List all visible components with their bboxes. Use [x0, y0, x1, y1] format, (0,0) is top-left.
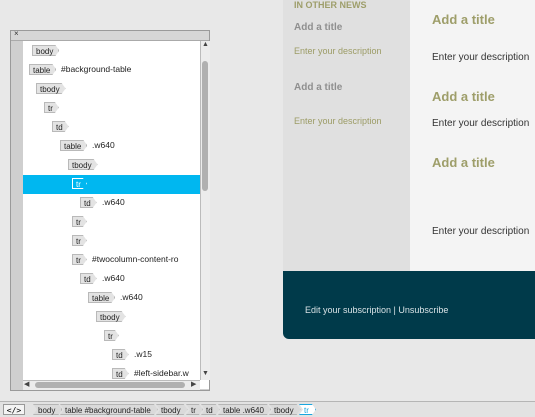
- sidebar-title-2[interactable]: Add a title: [294, 82, 342, 93]
- main-title-3[interactable]: Add a title: [432, 155, 495, 170]
- tree-node-attr: .w15: [134, 349, 152, 359]
- close-icon[interactable]: ×: [14, 29, 19, 38]
- tree-node-attr: .w640: [102, 273, 125, 283]
- tag-breadcrumb[interactable]: tbody: [269, 404, 301, 415]
- tree-node-row[interactable]: td: [23, 118, 209, 137]
- tree-node-row[interactable]: body: [23, 42, 209, 61]
- tree-node-tag[interactable]: td: [112, 368, 129, 379]
- scroll-down-arrow-icon[interactable]: ▼: [202, 370, 209, 377]
- tree-node-tag[interactable]: tr: [104, 330, 119, 341]
- dom-tree: body table #background-table tbody tr td table…: [23, 41, 209, 380]
- main-desc-1[interactable]: Enter your description: [432, 52, 529, 63]
- tree-node-row[interactable]: tr: [23, 213, 209, 232]
- main-title-1[interactable]: Add a title: [432, 12, 495, 27]
- tree-node-tag[interactable]: tbody: [96, 311, 126, 322]
- tag-breadcrumb[interactable]: tbody: [156, 404, 188, 415]
- tag-breadcrumb[interactable]: tr: [299, 404, 316, 415]
- tree-node-tag[interactable]: td: [112, 349, 129, 360]
- tree-node-tag[interactable]: tbody: [68, 159, 98, 170]
- tree-node-attr: #twocolumn-content-ro: [92, 254, 179, 264]
- tree-node-attr: .w640: [120, 292, 143, 302]
- tree-node-attr: #background-table: [61, 64, 132, 74]
- tree-node-row[interactable]: table .w640: [23, 289, 209, 308]
- sidebar-heading: IN OTHER NEWS: [294, 0, 367, 10]
- email-preview: IN OTHER NEWS Add a title Enter your des…: [283, 0, 535, 339]
- sidebar-desc-1[interactable]: Enter your description: [294, 46, 382, 56]
- tree-node-tag[interactable]: tbody: [36, 83, 66, 94]
- dom-tree-panel: × body table #background-table tbody tr td tab…: [10, 29, 210, 391]
- scroll-right-arrow-icon[interactable]: ▶: [191, 380, 196, 388]
- tree-node-row[interactable]: td .w640: [23, 270, 209, 289]
- tree-node-row[interactable]: tr #twocolumn-content-ro: [23, 251, 209, 270]
- panel-titlebar[interactable]: ×: [11, 29, 209, 41]
- tag-breadcrumb[interactable]: table .w640: [218, 404, 271, 415]
- tree-node-tag[interactable]: body: [32, 45, 59, 56]
- tree-node-tag[interactable]: td: [52, 121, 69, 132]
- vertical-scroll-thumb[interactable]: [202, 61, 208, 191]
- tree-node-row[interactable]: table .w640: [23, 137, 209, 156]
- code-view-button[interactable]: </>: [3, 404, 25, 415]
- tree-node-attr: .w640: [92, 140, 115, 150]
- tree-node-tag[interactable]: tr: [72, 216, 87, 227]
- tree-node-attr: .w640: [102, 197, 125, 207]
- tree-node-tag[interactable]: tr: [72, 254, 87, 265]
- tree-node-tag[interactable]: td: [80, 197, 97, 208]
- tree-node-row[interactable]: tr: [23, 175, 209, 194]
- tree-node-tag[interactable]: tr: [44, 102, 59, 113]
- vertical-scrollbar[interactable]: ▲ ▼: [200, 41, 210, 380]
- resize-corner[interactable]: [200, 380, 209, 389]
- tree-node-row[interactable]: table #background-table: [23, 61, 209, 80]
- tree-node-row[interactable]: tr: [23, 232, 209, 251]
- tree-node-row[interactable]: tbody: [23, 308, 209, 327]
- tree-node-attr: #left-sidebar.w: [134, 368, 189, 378]
- tree-node-row[interactable]: tbody: [23, 80, 209, 99]
- tree-node-row[interactable]: tr: [23, 327, 209, 346]
- main-title-2[interactable]: Add a title: [432, 89, 495, 104]
- scroll-up-arrow-icon[interactable]: ▲: [202, 41, 209, 48]
- horizontal-scrollbar[interactable]: ◀ ▶: [23, 380, 200, 390]
- tag-breadcrumb[interactable]: td: [201, 404, 220, 415]
- tag-breadcrumb[interactable]: table #background-table: [60, 404, 158, 415]
- tree-node-row[interactable]: tbody: [23, 156, 209, 175]
- main-desc-2[interactable]: Enter your description: [432, 118, 529, 129]
- tree-node-row[interactable]: td .w15: [23, 346, 209, 365]
- footer-links[interactable]: Edit your subscription | Unsubscribe: [305, 305, 448, 315]
- tree-node-row[interactable]: td .w640: [23, 194, 209, 213]
- sidebar-column: IN OTHER NEWS Add a title Enter your des…: [283, 0, 410, 271]
- sidebar-desc-2[interactable]: Enter your description: [294, 116, 382, 126]
- tree-node-tag[interactable]: tr: [72, 235, 87, 246]
- tree-node-tag[interactable]: table: [60, 140, 87, 151]
- tree-node-row[interactable]: td #left-sidebar.w: [23, 365, 209, 380]
- main-desc-3[interactable]: Enter your description: [432, 226, 529, 237]
- tree-node-tag[interactable]: td: [80, 273, 97, 284]
- tree-node-tag[interactable]: tr: [72, 178, 87, 189]
- tree-node-tag[interactable]: table: [29, 64, 56, 75]
- tag-selector-bar: </> body table #background-table tbody tr td…: [0, 401, 535, 417]
- sidebar-title-1[interactable]: Add a title: [294, 22, 342, 33]
- horizontal-scroll-thumb[interactable]: [35, 382, 185, 388]
- tree-node-tag[interactable]: table: [88, 292, 115, 303]
- main-column: Add a title Enter your description Add a…: [410, 0, 535, 271]
- tree-node-row[interactable]: tr: [23, 99, 209, 118]
- tag-breadcrumb[interactable]: body: [33, 404, 62, 415]
- footer-band: Edit your subscription | Unsubscribe: [283, 271, 535, 339]
- tag-breadcrumb[interactable]: tr: [186, 404, 203, 415]
- scroll-left-arrow-icon[interactable]: ◀: [24, 380, 29, 388]
